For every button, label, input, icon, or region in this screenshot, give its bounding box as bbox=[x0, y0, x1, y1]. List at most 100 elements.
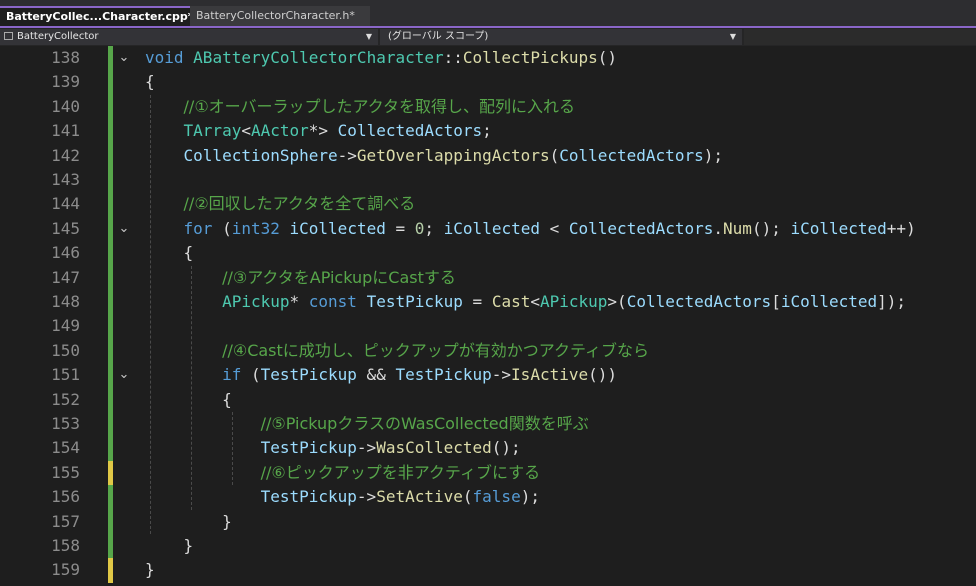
code-token: CollectPickups bbox=[462, 48, 598, 67]
code-text: //②回収したアクタを全て調べる bbox=[145, 192, 416, 216]
code-token: if bbox=[222, 365, 242, 385]
code-line[interactable]: 151 ⌄ if (TestPickup && TestPickup->IsAct… bbox=[0, 363, 976, 388]
code-token: APickup bbox=[222, 292, 290, 311]
code-text: } bbox=[145, 534, 194, 558]
saved-change-marker bbox=[108, 338, 113, 364]
saved-change-marker bbox=[108, 94, 113, 120]
project-dropdown[interactable]: BatteryCollector ▼ bbox=[0, 29, 378, 45]
code-token: TArray bbox=[183, 121, 242, 141]
code-line[interactable]: 138 ⌄ void ABatteryCollectorCharacter::Col… bbox=[0, 46, 976, 71]
code-token: CollectionSphere bbox=[183, 145, 338, 165]
code-text: { bbox=[145, 388, 232, 412]
code-line[interactable]: 158 } bbox=[0, 534, 976, 559]
fold-chevron-icon[interactable]: ⌄ bbox=[117, 46, 131, 70]
code-line[interactable]: 140 //①オーバーラップしたアクタを取得し、配列に入れる bbox=[0, 94, 976, 120]
saved-change-marker bbox=[108, 143, 113, 168]
code-token: (); bbox=[751, 218, 791, 238]
code-token: = bbox=[462, 292, 492, 311]
code-line[interactable]: 150 //④Castに成功し、ピックアップが有効かつアクティブなら bbox=[0, 338, 976, 364]
code-token: ]); bbox=[877, 292, 907, 311]
code-text: CollectionSphere->GetOverlappingActors(C… bbox=[145, 144, 723, 168]
code-line[interactable]: 155 //⑥ピックアップを非アクティブにする bbox=[0, 460, 976, 486]
code-token: ; bbox=[482, 121, 492, 141]
saved-change-marker bbox=[108, 192, 113, 217]
code-token: iCollected bbox=[289, 218, 386, 238]
code-token: ++) bbox=[886, 218, 916, 238]
code-line[interactable]: 156 TestPickup->SetActive(false); bbox=[0, 485, 976, 510]
code-line[interactable]: 145 ⌄ for (int32 iCollected = 0; iCollect… bbox=[0, 216, 976, 242]
project-icon bbox=[4, 32, 13, 40]
code-token: ()) bbox=[588, 365, 618, 385]
code-token: for bbox=[183, 218, 213, 238]
tab-character-cpp[interactable]: BatteryCollec...Character.cpp*⊸✕ bbox=[0, 6, 222, 26]
code-text: APickup* const TestPickup = Cast<APickup… bbox=[145, 290, 906, 314]
saved-change-marker bbox=[108, 436, 113, 461]
code-token: ( bbox=[212, 218, 232, 238]
code-token: const bbox=[308, 292, 357, 311]
code-token: * bbox=[289, 292, 309, 311]
saved-change-marker bbox=[108, 314, 113, 339]
member-dropdown[interactable] bbox=[744, 29, 976, 45]
saved-change-marker bbox=[108, 216, 113, 242]
code-line[interactable]: 146 { bbox=[0, 241, 976, 266]
code-line[interactable]: 148 APickup* const TestPickup = Cast<APi… bbox=[0, 290, 976, 315]
code-token: ( bbox=[462, 487, 473, 507]
code-token: CollectedActors bbox=[337, 121, 483, 141]
code-token: < bbox=[530, 292, 540, 311]
code-token: ); bbox=[703, 145, 723, 165]
code-editor[interactable]: 138 ⌄ void ABatteryCollectorCharacter::Col… bbox=[0, 46, 976, 586]
code-line[interactable]: 157 } bbox=[0, 509, 976, 534]
fold-chevron-icon[interactable]: ⌄ bbox=[117, 217, 131, 241]
code-token: //⑥ピックアップを非アクティブにする bbox=[260, 462, 541, 482]
code-line[interactable]: 153 //⑤PickupクラスのWasCollected関数を呼ぶ bbox=[0, 412, 976, 437]
code-line[interactable]: 144 //②回収したアクタを全て調べる bbox=[0, 192, 976, 217]
line-number: 154 bbox=[51, 438, 80, 458]
code-line[interactable]: 147 //③アクタをAPickupにCastする bbox=[0, 265, 976, 290]
code-token: iCollected bbox=[443, 218, 540, 238]
code-token: ( bbox=[241, 365, 261, 385]
code-line[interactable]: 154 TestPickup->WasCollected(); bbox=[0, 436, 976, 461]
code-text: { bbox=[145, 241, 194, 265]
line-number: 155 bbox=[51, 462, 80, 482]
code-token: -> bbox=[356, 438, 377, 458]
saved-change-marker bbox=[108, 119, 113, 144]
code-token: } bbox=[145, 560, 155, 580]
code-line[interactable]: 141 TArray<AActor*> CollectedActors; bbox=[0, 119, 976, 144]
fold-chevron-icon[interactable]: ⌄ bbox=[117, 363, 131, 387]
tab-character-h[interactable]: BatteryCollectorCharacter.h* bbox=[190, 6, 370, 26]
scope-label: (グローバル スコープ) bbox=[388, 31, 489, 42]
line-number: 144 bbox=[51, 194, 80, 214]
code-line[interactable]: 149 bbox=[0, 314, 976, 339]
code-token: :: bbox=[443, 48, 463, 67]
line-number: 149 bbox=[51, 316, 80, 336]
code-token: APickup bbox=[539, 292, 608, 311]
code-line[interactable]: 142 CollectionSphere->GetOverlappingActo… bbox=[0, 143, 976, 168]
saved-change-marker bbox=[108, 265, 113, 290]
code-token: } bbox=[145, 511, 232, 531]
code-line[interactable]: 152 { bbox=[0, 387, 976, 412]
unsaved-change-marker bbox=[108, 460, 113, 486]
code-text: //④Castに成功し、ピックアップが有効かつアクティブなら bbox=[145, 339, 649, 363]
code-line[interactable]: 139 { bbox=[0, 70, 976, 95]
code-token: Cast bbox=[491, 292, 531, 311]
code-token: TestPickup bbox=[260, 365, 357, 385]
line-number: 150 bbox=[51, 340, 80, 360]
code-token: GetOverlappingActors bbox=[356, 145, 550, 165]
code-line[interactable]: 159} bbox=[0, 558, 976, 583]
code-token: iCollected bbox=[790, 218, 887, 238]
code-text: { bbox=[145, 70, 155, 94]
saved-change-marker bbox=[108, 387, 113, 412]
code-token: TestPickup bbox=[395, 365, 492, 385]
code-token: { bbox=[145, 389, 232, 409]
unsaved-change-marker bbox=[108, 558, 113, 583]
code-token: 0 bbox=[414, 218, 425, 238]
line-number: 148 bbox=[51, 292, 80, 311]
scope-dropdown[interactable]: (グローバル スコープ) ▼ bbox=[380, 29, 742, 45]
code-line[interactable]: 143 bbox=[0, 168, 976, 193]
